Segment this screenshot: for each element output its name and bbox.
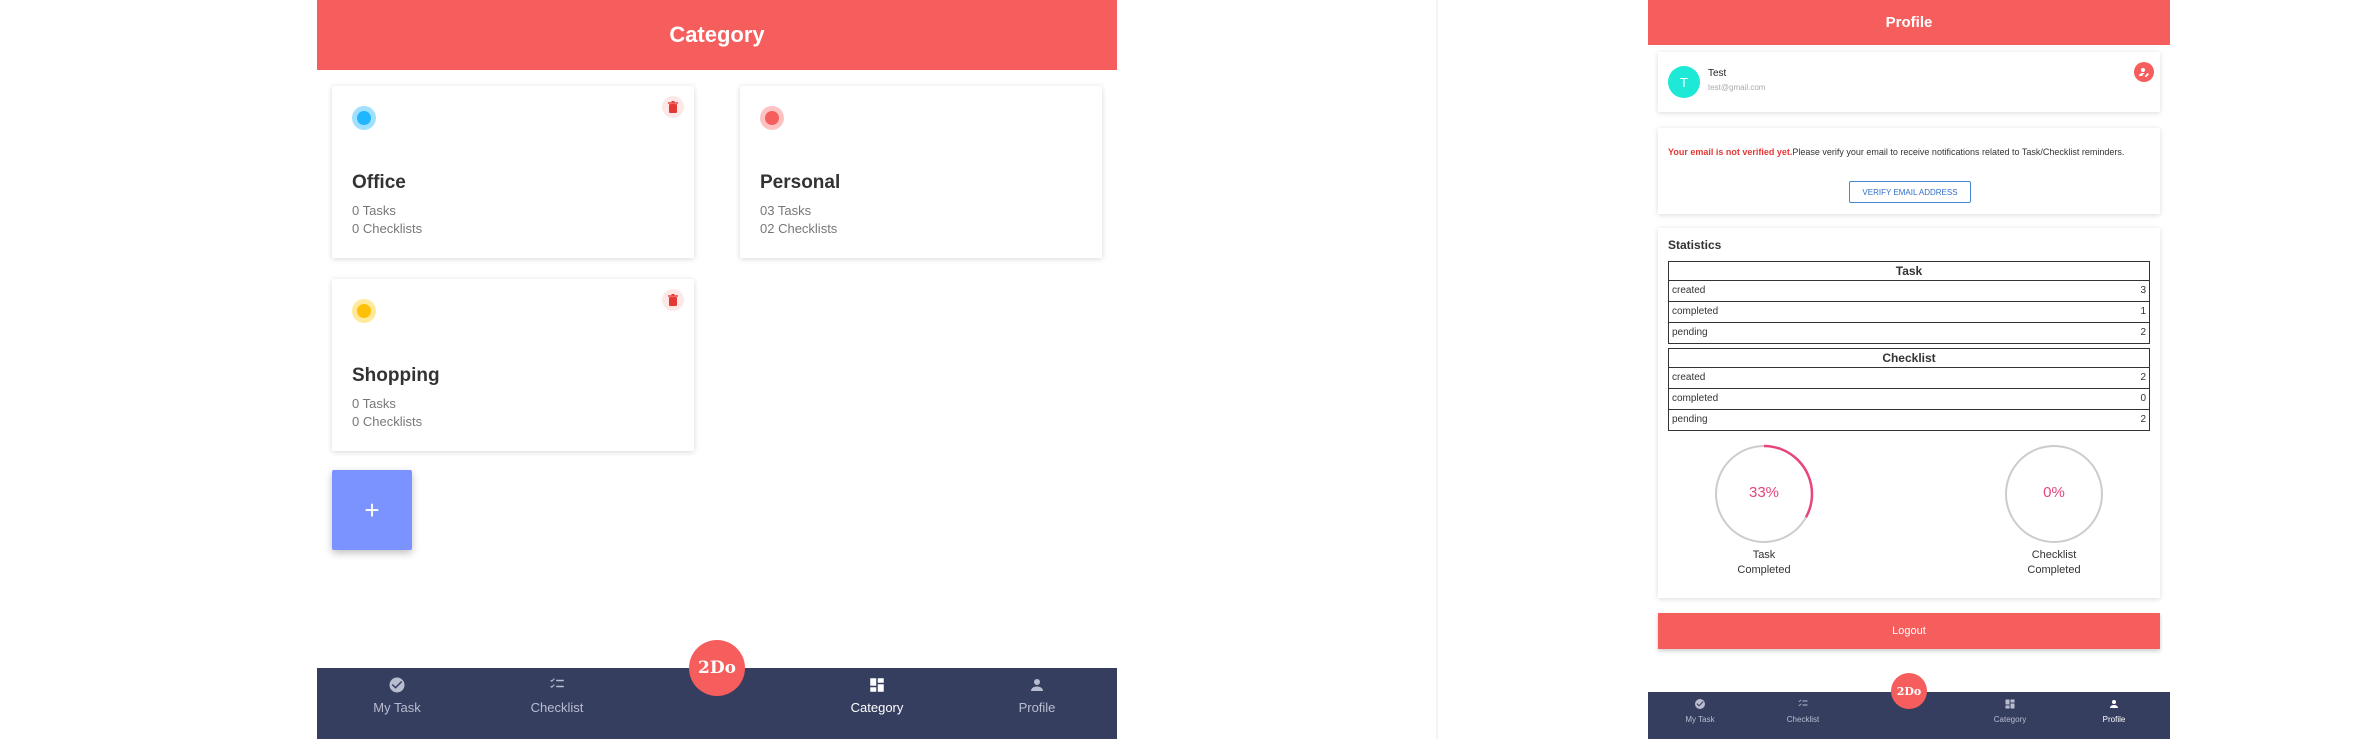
color-dot-inner: [765, 111, 779, 125]
avatar: T: [1668, 66, 1700, 98]
row-value: 2: [2140, 372, 2146, 383]
row-label: completed: [1672, 306, 1719, 317]
color-dot-inner: [357, 304, 371, 318]
checklist-progress-ring: 0%: [2004, 444, 2104, 544]
dashboard-icon: [870, 678, 884, 692]
user-name: Test: [1708, 68, 1727, 79]
caption-line: Completed: [2027, 564, 2081, 576]
row-value: 2: [2140, 327, 2146, 338]
task-progress-ring: 33%: [1714, 444, 1814, 544]
nav-label: Profile: [2102, 715, 2126, 724]
user-card: T Test test@gmail.com: [1658, 52, 2160, 112]
category-name: Shopping: [352, 365, 440, 386]
task-progress-caption: Task Completed: [1714, 548, 1814, 578]
app-logo[interactable]: 2Do: [689, 640, 745, 696]
nav-item-my-task[interactable]: My Task: [1672, 698, 1728, 736]
category-task-count: 0 Tasks: [352, 396, 396, 411]
row-label: completed: [1672, 393, 1719, 404]
row-label: created: [1672, 285, 1706, 296]
task-stats-table: Task created 3 completed 1 pending 2: [1668, 261, 2150, 344]
category-checklist-count: 0 Checklists: [352, 414, 423, 429]
table-title: Task: [1669, 261, 2149, 281]
check-circle-icon: [389, 677, 405, 693]
delete-icon[interactable]: [662, 96, 684, 118]
profile-screen: Profile T Test test@gmail.com Your email…: [1648, 0, 2170, 739]
caption-line: Checklist: [2031, 549, 2077, 561]
verify-warning: Your email is not verified yet.: [1668, 147, 1793, 157]
nav-label: My Task: [1685, 715, 1715, 724]
nav-item-category[interactable]: Category: [1982, 698, 2038, 736]
task-percent: 33%: [1748, 484, 1780, 501]
row-label: pending: [1672, 327, 1708, 338]
add-category-button[interactable]: +: [332, 470, 412, 550]
nav-item-category[interactable]: Category: [837, 676, 917, 732]
nav-item-profile[interactable]: Profile: [2086, 698, 2142, 736]
nav-label: My Task: [373, 700, 421, 715]
user-email: test@gmail.com: [1708, 83, 1766, 92]
table-title: Checklist: [1669, 348, 2149, 368]
verify-message: Your email is not verified yet.Please ve…: [1668, 146, 2150, 159]
nav-label: Category: [1993, 715, 2027, 724]
nav-item-profile[interactable]: Profile: [997, 676, 1077, 732]
checklist-percent: 0%: [2043, 484, 2065, 501]
category-card-shopping[interactable]: Shopping 0 Tasks 0 Checklists: [332, 279, 694, 451]
edit-profile-button[interactable]: [2134, 62, 2154, 82]
delete-icon[interactable]: [662, 289, 684, 311]
row-label: pending: [1672, 414, 1708, 425]
table-row: completed 0: [1669, 389, 2149, 410]
nav-item-my-task[interactable]: My Task: [357, 676, 437, 732]
category-card-personal[interactable]: Personal 03 Tasks 02 Checklists: [740, 86, 1102, 258]
screen-divider: [1436, 0, 1438, 739]
page-title: Category: [317, 0, 1117, 70]
nav-label: Checklist: [1786, 715, 1820, 724]
row-value: 0: [2140, 393, 2146, 404]
category-task-count: 03 Tasks: [760, 203, 812, 218]
verify-text: Please verify your email to receive noti…: [1792, 147, 2125, 157]
nav-label: Category: [850, 700, 904, 715]
app-logo[interactable]: 2Do: [1891, 673, 1927, 709]
row-value: 3: [2140, 285, 2146, 296]
verify-email-panel: Your email is not verified yet.Please ve…: [1658, 128, 2160, 214]
table-row: completed 1: [1669, 302, 2149, 323]
nav-item-checklist[interactable]: Checklist: [1775, 698, 1831, 736]
category-name: Office: [352, 172, 406, 193]
category-checklist-count: 02 Checklists: [760, 221, 838, 236]
caption-line: Task: [1752, 549, 1776, 561]
statistics-title: Statistics: [1668, 238, 1722, 252]
dashboard-icon: [2005, 699, 2015, 709]
category-screen: Category Office 0 Tasks 0 Checklists Per…: [317, 0, 1117, 739]
check-circle-icon: [1695, 699, 1705, 709]
nav-item-checklist[interactable]: Checklist: [517, 676, 597, 732]
checklist-icon: [1798, 699, 1808, 706]
logout-button[interactable]: Logout: [1658, 613, 2160, 649]
person-icon: [1031, 679, 1043, 691]
category-card-office[interactable]: Office 0 Tasks 0 Checklists: [332, 86, 694, 258]
category-task-count: 0 Tasks: [352, 203, 396, 218]
table-row: pending 2: [1669, 323, 2149, 344]
table-row: created 2: [1669, 368, 2149, 389]
category-name: Personal: [760, 172, 841, 193]
color-dot-inner: [357, 111, 371, 125]
table-row: pending 2: [1669, 410, 2149, 431]
caption-line: Completed: [1737, 564, 1791, 576]
category-checklist-count: 0 Checklists: [352, 221, 423, 236]
checklist-icon: [550, 678, 564, 688]
person-icon: [2110, 700, 2118, 708]
nav-label: Checklist: [530, 700, 584, 715]
checklist-stats-table: Checklist created 2 completed 0 pending 2: [1668, 348, 2150, 431]
nav-label: Profile: [1018, 700, 1056, 715]
page-title: Profile: [1648, 0, 2170, 45]
row-value: 2: [2140, 414, 2146, 425]
statistics-panel: Statistics Task created 3 completed 1 pend…: [1658, 228, 2160, 598]
verify-email-button[interactable]: VERIFY EMAIL ADDRESS: [1849, 181, 1971, 203]
person-edit-icon: [2139, 68, 2149, 77]
row-label: created: [1672, 372, 1706, 383]
checklist-progress-caption: Checklist Completed: [2004, 548, 2104, 578]
row-value: 1: [2140, 306, 2146, 317]
table-row: created 3: [1669, 281, 2149, 302]
